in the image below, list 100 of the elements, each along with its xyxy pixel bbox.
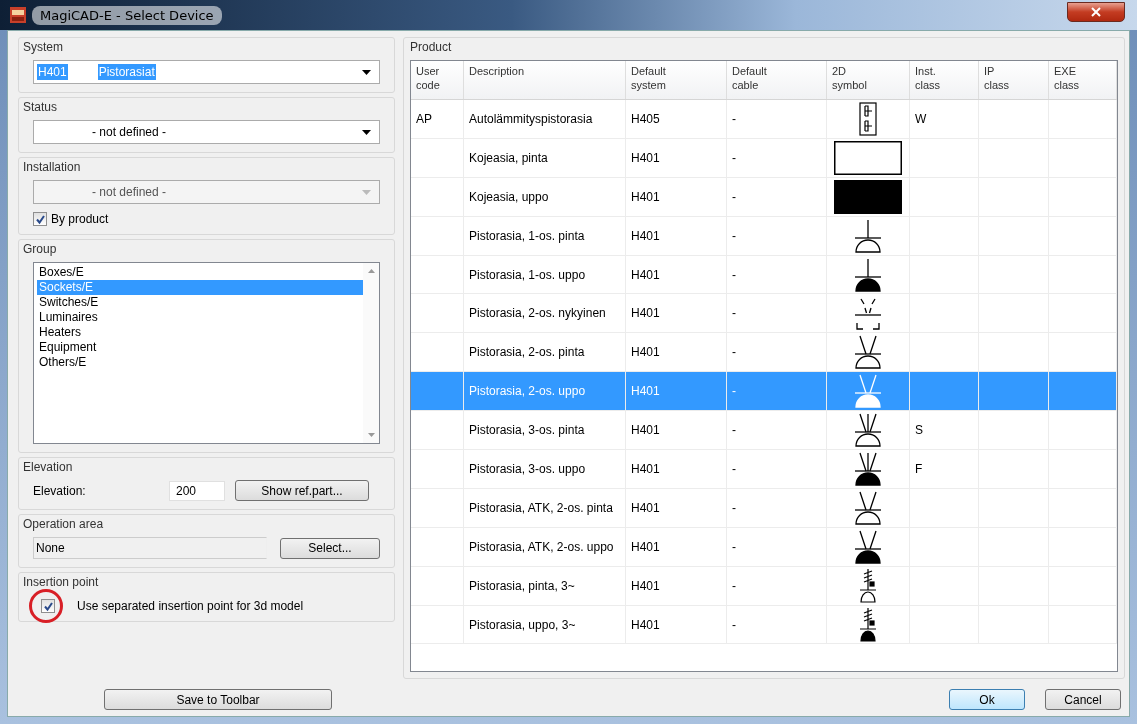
- column-header[interactable]: 2D symbol: [827, 61, 910, 99]
- table-cell: Pistorasia, 1-os. uppo: [469, 267, 586, 282]
- close-button[interactable]: [1067, 2, 1125, 22]
- installation-value: - not defined -: [92, 185, 167, 199]
- table-cell: Pistorasia, 2-os. nykyinen: [469, 306, 606, 321]
- table-cell: -: [732, 384, 736, 399]
- list-item[interactable]: Boxes/E: [37, 265, 363, 280]
- app-icon: [10, 7, 26, 23]
- table-cell: -: [732, 150, 736, 165]
- table-cell: H401: [631, 306, 660, 321]
- dropdown-arrow-icon: [362, 189, 371, 195]
- group-label: System: [23, 40, 64, 54]
- table-cell: H401: [631, 578, 660, 593]
- table-cell: H401: [631, 617, 660, 632]
- select-button[interactable]: Select...: [280, 537, 380, 559]
- table-cell: -: [732, 423, 736, 438]
- table-row[interactable]: Pistorasia, ATK, 2-os. uppo H401 -: [411, 527, 1117, 567]
- table-cell: Pistorasia, 3-os. uppo: [469, 461, 586, 476]
- table-cell: -: [732, 578, 736, 593]
- scrollbar[interactable]: [363, 263, 379, 443]
- list-item[interactable]: Switches/E: [37, 295, 363, 310]
- table-row[interactable]: Pistorasia, pinta, 3~ H401 -: [411, 566, 1117, 606]
- scroll-down-icon[interactable]: [367, 433, 375, 437]
- table-cell: H401: [631, 539, 660, 554]
- table-cell: -: [732, 189, 736, 204]
- table-cell: Pistorasia, 3-os. pinta: [469, 423, 585, 438]
- list-item[interactable]: Equipment: [37, 340, 363, 355]
- table-cell: Kojeasia, pinta: [469, 150, 548, 165]
- column-header[interactable]: EXE class: [1049, 61, 1117, 99]
- group-label: Installation: [23, 160, 82, 174]
- table-cell: Pistorasia, 1-os. pinta: [469, 228, 585, 243]
- system-name: Pistorasiat: [97, 64, 156, 80]
- table-cell: H401: [631, 461, 660, 476]
- table-row[interactable]: Pistorasia, uppo, 3~ H401 -: [411, 605, 1117, 645]
- checkbox-label: By product: [51, 212, 109, 226]
- column-header[interactable]: User code: [411, 61, 464, 99]
- table-cell: -: [732, 345, 736, 360]
- table-cell: -: [732, 500, 736, 515]
- table-cell: H401: [631, 384, 660, 399]
- column-header[interactable]: Default cable: [727, 61, 827, 99]
- ok-button[interactable]: Ok: [949, 689, 1025, 710]
- group-label: Elevation: [23, 460, 74, 474]
- checkbox[interactable]: [41, 599, 55, 613]
- table-row[interactable]: Pistorasia, 3-os. pinta H401 - S: [411, 411, 1117, 450]
- table-cell: H401: [631, 423, 660, 438]
- dropdown-arrow-icon: [362, 69, 371, 75]
- show-ref-part-button[interactable]: Show ref.part...: [235, 480, 369, 501]
- table-cell: Autolämmityspistorasia: [469, 111, 593, 126]
- table-cell: -: [732, 539, 736, 554]
- table-cell: W: [915, 111, 927, 126]
- table-cell: -: [732, 228, 736, 243]
- table-cell: H401: [631, 228, 660, 243]
- table-row[interactable]: Pistorasia, 3-os. uppo H401 - F: [411, 450, 1117, 489]
- group-label: Product: [410, 40, 453, 54]
- table-cell: -: [732, 267, 736, 282]
- table-cell: H401: [631, 150, 660, 165]
- operation-area-field[interactable]: None: [33, 537, 267, 559]
- column-header[interactable]: Default system: [626, 61, 727, 99]
- dropdown-arrow-icon: [362, 129, 371, 135]
- table-row[interactable]: Kojeasia, pinta H401 -: [411, 138, 1117, 178]
- table-cell: H401: [631, 500, 660, 515]
- table-cell: H401: [631, 267, 660, 282]
- status-dropdown[interactable]: - not defined -: [33, 120, 380, 144]
- table-cell: Pistorasia, 2-os. uppo: [469, 384, 586, 399]
- table-cell: Pistorasia, 2-os. pinta: [469, 345, 585, 360]
- heater-socket-symbol-icon: [859, 101, 877, 136]
- table-cell: H401: [631, 189, 660, 204]
- table-row[interactable]: Pistorasia, 1-os. uppo H401 -: [411, 255, 1117, 295]
- list-item[interactable]: Others/E: [37, 355, 363, 370]
- table-cell: -: [732, 111, 736, 126]
- table-row[interactable]: Kojeasia, uppo H401 -: [411, 177, 1117, 217]
- table-cell: -: [732, 617, 736, 632]
- list-item[interactable]: Luminaires: [37, 310, 363, 325]
- table-cell: Pistorasia, uppo, 3~: [469, 617, 576, 632]
- cancel-button[interactable]: Cancel: [1045, 689, 1121, 710]
- table-cell: Kojeasia, uppo: [469, 189, 549, 204]
- table-row[interactable]: AP Autolämmityspistorasia H405 - W: [411, 100, 1117, 139]
- table-cell: H401: [631, 345, 660, 360]
- table-row[interactable]: Pistorasia, ATK, 2-os. pinta H401 -: [411, 488, 1117, 528]
- status-value: - not defined -: [92, 125, 167, 139]
- table-row[interactable]: Pistorasia, 2-os. nykyinen H401 -: [411, 294, 1117, 334]
- table-cell: AP: [416, 111, 432, 126]
- scroll-up-icon[interactable]: [367, 269, 375, 273]
- table-cell: -: [732, 461, 736, 476]
- column-header[interactable]: Inst. class: [910, 61, 979, 99]
- table-cell: -: [732, 306, 736, 321]
- save-to-toolbar-button[interactable]: Save to Toolbar: [104, 689, 332, 710]
- table-row[interactable]: Pistorasia, 1-os. pinta H401 -: [411, 216, 1117, 256]
- list-item[interactable]: Heaters: [37, 325, 363, 340]
- window-title: MagiCAD-E - Select Device: [32, 5, 222, 25]
- table-cell: F: [915, 461, 923, 476]
- close-icon: [1091, 7, 1101, 17]
- group-label: Group: [23, 242, 58, 256]
- table-cell: Pistorasia, ATK, 2-os. pinta: [469, 500, 613, 515]
- column-header[interactable]: IP class: [979, 61, 1049, 99]
- field-label: Elevation:: [33, 483, 87, 498]
- table-cell: Pistorasia, ATK, 2-os. uppo: [469, 539, 614, 554]
- column-header[interactable]: Description: [464, 61, 626, 99]
- checkbox-label: Use separated insertion point for 3d model: [77, 599, 304, 613]
- elevation-field[interactable]: 200: [169, 480, 225, 501]
